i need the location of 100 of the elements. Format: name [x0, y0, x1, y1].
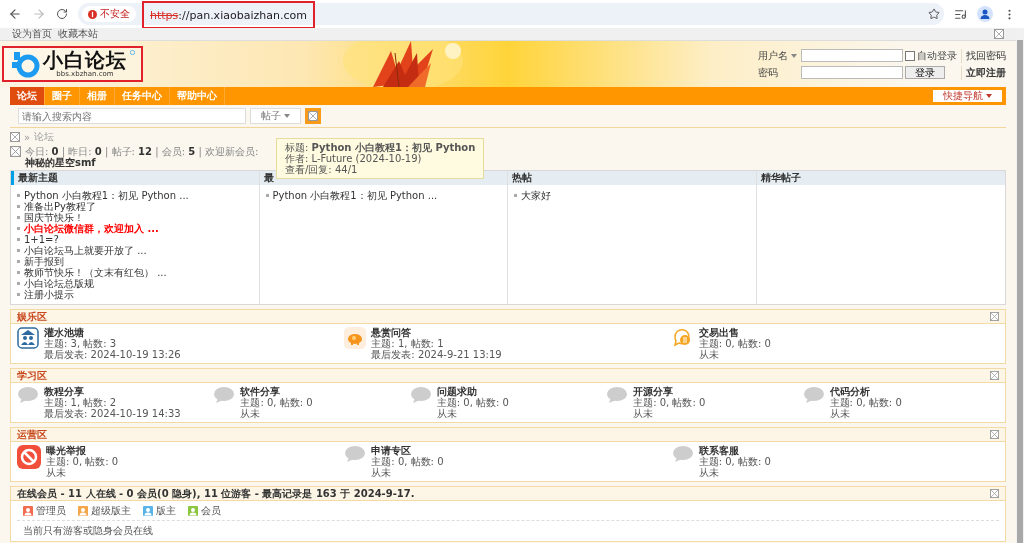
caret-icon — [284, 114, 290, 118]
section-title: 娱乐区 — [17, 309, 47, 324]
scrollbar-thumb[interactable] — [1017, 40, 1023, 543]
bookmark-link[interactable]: 收藏本站 — [58, 28, 98, 40]
forum-name[interactable]: 软件分享 — [240, 386, 313, 397]
forum-last-post: 从未 — [436, 408, 458, 419]
search-field[interactable]: 请输入搜索内容 — [18, 108, 246, 124]
forum-name[interactable]: 开源分享 — [633, 386, 706, 397]
forum-stats: 今日: 0 | 昨日: 0 | 帖子: 12 | 会员: 5 | 欢迎新会员: 神秘的星空smf — [25, 146, 260, 168]
quick-nav-button[interactable]: 快捷导航 — [933, 90, 1002, 102]
forum-last-post: 从未 — [240, 408, 262, 419]
topic-link[interactable]: 小白论坛微信群，欢迎加入 ... — [15, 223, 255, 234]
breadcrumb-separator: » — [24, 131, 31, 143]
column-title: 最 — [263, 171, 274, 185]
caret-icon — [986, 94, 992, 98]
forum-name[interactable]: 问题求助 — [436, 386, 509, 397]
legend-label: 超级版主 — [91, 505, 131, 516]
topic-link[interactable]: 新手报到 — [15, 256, 255, 267]
user-icon — [143, 505, 153, 516]
profile-avatar[interactable] — [977, 6, 993, 22]
checkbox[interactable] — [905, 50, 915, 61]
speech-bubble-icon — [802, 386, 825, 404]
user-icon — [188, 505, 198, 516]
register-link[interactable]: 立即注册 — [961, 65, 1006, 80]
reload-button[interactable] — [56, 8, 68, 20]
forgot-password-link[interactable]: 找回密码 — [961, 48, 1006, 63]
login-button[interactable]: 登录 — [905, 66, 945, 79]
warning-icon — [88, 9, 97, 19]
forum-counts: 主题: 0, 帖数: 0 — [371, 456, 444, 467]
forum-last-post: 从未 — [698, 349, 720, 360]
speech-bubble-icon — [671, 445, 694, 463]
topic-link[interactable]: Python 小白教程1：初见 Python ... — [263, 190, 503, 201]
forum-name[interactable]: 灌水池塘 — [44, 327, 181, 338]
forum-counts: 主题: 0, 帖数: 0 — [698, 456, 771, 467]
forum-counts: 主题: 1, 帖数: 2 — [44, 397, 118, 408]
search-scope-dropdown[interactable]: 帖子 — [250, 108, 301, 124]
forum-name[interactable]: 悬赏问答 — [371, 327, 502, 338]
section-title: 学习区 — [17, 368, 47, 383]
password-field[interactable] — [801, 66, 903, 79]
speech-bubble-icon — [17, 386, 39, 404]
back-button[interactable] — [8, 7, 22, 21]
legend-label: 管理员 — [36, 505, 66, 516]
forum-counts: 主题: 0, 帖数: 0 — [46, 456, 119, 467]
logo-icon — [10, 50, 40, 78]
topic-link[interactable]: 教师节快乐！（文末有红包） ... — [15, 267, 255, 278]
column-title: 精华帖子 — [760, 171, 801, 185]
forum-last-post: 从未 — [698, 467, 720, 478]
topic-link[interactable]: 国庆节快乐！ — [15, 212, 255, 223]
forum-last-post: 最后发表: 2024-9-21 13:19 — [371, 349, 502, 360]
crossed-box-icon — [10, 146, 21, 157]
forum-name[interactable]: 代码分析 — [829, 386, 902, 397]
password-label: 密码 — [758, 65, 779, 80]
bookmark-link[interactable]: 设为首页 — [12, 28, 52, 40]
column-title: 热帖 — [512, 171, 532, 185]
tooltip-line: 标题: Python 小白教程1：初见 Python — [285, 142, 476, 153]
bookmark-star-icon[interactable] — [928, 8, 940, 20]
forum-name[interactable]: 联系客服 — [698, 445, 771, 456]
tooltip-line: 作者: L-Future (2024-10-19) — [285, 153, 422, 164]
address-bar[interactable]: 不安全 https://pan.xiaobaizhan.com — [78, 3, 944, 25]
url-text: https://pan.xiaobaizhan.com — [150, 8, 307, 22]
tooltip-line: 查看/回复: 44/1 — [285, 164, 358, 175]
topic-link[interactable]: 小白论坛总版规 — [15, 278, 255, 289]
username-label[interactable]: 用户名 — [758, 48, 797, 63]
forum-last-post: 从未 — [829, 408, 850, 419]
online-title: 在线会员 - 11 人在线 - 0 会员(0 隐身), 11 位游客 - 最高记录是 163 于 2024-9-17. — [17, 486, 415, 501]
forum-name[interactable]: 教程分享 — [44, 386, 181, 397]
forum-last-post: 从未 — [633, 408, 655, 419]
section-title: 运营区 — [17, 427, 47, 442]
forum-last-post: 从未 — [371, 467, 393, 478]
topic-link[interactable]: 注册小提示 — [15, 289, 255, 300]
column-title: 最新主题 — [18, 171, 58, 185]
forward-button[interactable] — [32, 7, 46, 21]
topic-link[interactable]: 准备出Py教程了 — [15, 201, 255, 212]
forum-name[interactable]: 交易出售 — [698, 327, 771, 338]
topic-link[interactable]: 1+1=? — [15, 234, 255, 245]
topic-link[interactable]: Python 小白教程1：初见 Python ... — [15, 190, 255, 201]
piggy-bank-icon — [344, 327, 367, 349]
checkbox-label: 自动登录 — [917, 48, 957, 63]
registered-mark-icon — [130, 50, 135, 55]
forum-last-post: 最后发表: 2024-10-19 14:33 — [44, 408, 181, 419]
forum-last-post: 从未 — [46, 467, 67, 478]
logo-title: 小白论坛 — [43, 50, 127, 70]
username-field[interactable] — [801, 49, 903, 62]
forum-counts: 主题: 3, 帖数: 3 — [44, 338, 118, 349]
search-button[interactable] — [305, 108, 321, 124]
topic-link[interactable]: 小白论坛马上就要开放了 ... — [15, 245, 255, 256]
forum-counts: 主题: 1, 帖数: 1 — [371, 338, 445, 349]
legend-label: 会员 — [201, 505, 221, 516]
forum-counts: 主题: 0, 帖数: 0 — [829, 397, 902, 408]
user-icon — [78, 505, 88, 516]
playlist-icon[interactable] — [954, 7, 967, 21]
speech-bubble-icon — [409, 386, 432, 404]
user-icon — [23, 505, 33, 516]
security-chip[interactable]: 不安全 — [82, 6, 136, 22]
forum-name[interactable]: 曝光举报 — [46, 445, 119, 456]
topic-link[interactable]: 大家好 — [512, 190, 752, 201]
forum-counts: 主题: 0, 帖数: 0 — [436, 397, 509, 408]
legend-label: 版主 — [156, 505, 176, 516]
nav-tab[interactable]: 论坛 — [10, 87, 45, 105]
forum-name[interactable]: 申请专区 — [371, 445, 444, 456]
